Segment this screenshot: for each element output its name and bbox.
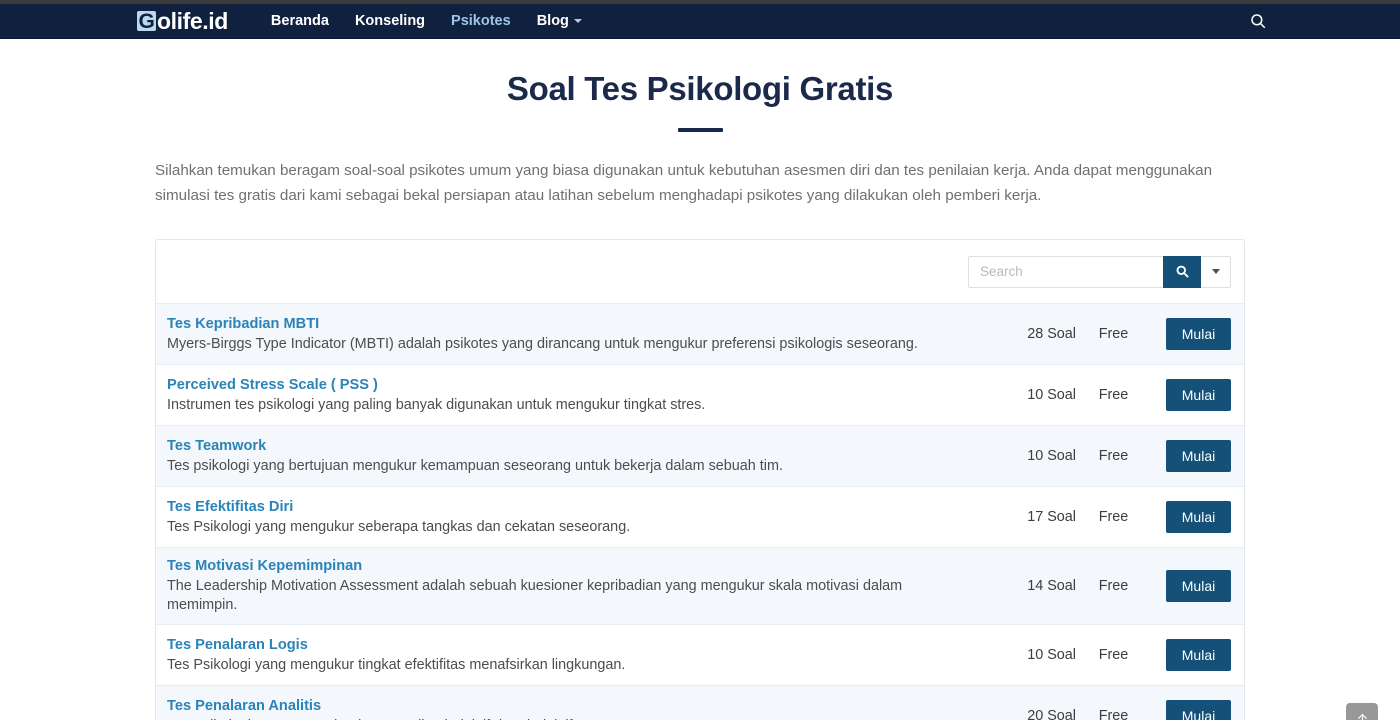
- table-row[interactable]: Perceived Stress Scale ( PSS ) Instrumen…: [156, 364, 1244, 425]
- test-info: Tes Kepribadian MBTI Myers-Birggs Type I…: [167, 315, 981, 354]
- test-price: Free: [1098, 326, 1129, 342]
- scroll-to-top-button[interactable]: [1346, 703, 1378, 720]
- test-description: The Leadership Motivation Assessment ada…: [167, 578, 903, 613]
- primary-nav: Beranda Konseling Psikotes Blog: [271, 13, 582, 29]
- page-intro-text: Silahkan temukan beragam soal-soal psiko…: [155, 162, 1213, 204]
- test-title-link[interactable]: Tes Penalaran Logis: [167, 637, 308, 653]
- test-action-cell: Mulai: [1151, 639, 1231, 671]
- test-question-count: 17 Soal: [1027, 509, 1076, 525]
- nav-item-beranda[interactable]: Beranda: [271, 13, 329, 29]
- test-action-cell: Mulai: [1151, 318, 1231, 350]
- table-row[interactable]: Tes Penalaran Logis Tes Psikologi yang m…: [156, 624, 1244, 685]
- nav-item-konseling[interactable]: Konseling: [355, 13, 425, 29]
- test-question-count: 10 Soal: [1027, 387, 1076, 403]
- test-price: Free: [1098, 708, 1129, 720]
- test-description: Tes Psikologi yang mengukur seberapa tan…: [167, 518, 631, 535]
- test-action-cell: Mulai: [1151, 501, 1231, 533]
- chevron-down-icon: [1211, 269, 1220, 274]
- test-action-cell: Mulai: [1151, 440, 1231, 472]
- logo-badge: G: [137, 9, 156, 33]
- nav-item-blog[interactable]: Blog: [537, 13, 582, 29]
- nav-item-psikotes[interactable]: Psikotes: [451, 13, 511, 29]
- site-logo[interactable]: Golife.id: [137, 7, 228, 34]
- test-action-cell: Mulai: [1151, 379, 1231, 411]
- table-row[interactable]: Tes Penalaran Analitis Tes Psikologi yan…: [156, 685, 1244, 720]
- start-test-button[interactable]: Mulai: [1166, 501, 1231, 533]
- page-title: Soal Tes Psikologi Gratis: [506, 70, 894, 107]
- search-button[interactable]: [1163, 255, 1201, 288]
- test-info: Tes Motivasi Kepemimpinan The Leadership…: [167, 557, 981, 615]
- start-test-button[interactable]: Mulai: [1166, 440, 1231, 472]
- page-content: Soal Tes Psikologi Gratis Silahkan temuk…: [0, 70, 1400, 720]
- test-info: Tes Efektifitas Diri Tes Psikologi yang …: [167, 498, 981, 537]
- test-question-count: 14 Soal: [1027, 578, 1076, 594]
- site-navbar: Golife.id Beranda Konseling Psikotes Blo…: [0, 4, 1400, 39]
- test-title-link[interactable]: Tes Kepribadian MBTI: [167, 316, 319, 332]
- start-test-button[interactable]: Mulai: [1166, 318, 1231, 350]
- chevron-down-icon: [573, 19, 582, 24]
- search-options-dropdown[interactable]: [1201, 255, 1231, 288]
- test-title-link[interactable]: Perceived Stress Scale ( PSS ): [167, 377, 378, 393]
- test-info: Tes Penalaran Analitis Tes Psikologi yan…: [167, 697, 981, 720]
- test-question-count: 20 Soal: [1027, 708, 1076, 720]
- search-group: [968, 255, 1231, 288]
- nav-item-blog-label: Blog: [536, 13, 569, 29]
- logo-text: olife.id: [157, 7, 228, 34]
- test-info: Tes Teamwork Tes psikologi yang bertujua…: [167, 437, 981, 476]
- test-title-link[interactable]: Tes Penalaran Analitis: [167, 698, 321, 714]
- test-title-link[interactable]: Tes Motivasi Kepemimpinan: [167, 558, 362, 574]
- test-description: Tes Psikologi yang mengukur tingkat efek…: [167, 656, 626, 673]
- table-row[interactable]: Tes Efektifitas Diri Tes Psikologi yang …: [156, 486, 1244, 547]
- test-list-card: Tes Kepribadian MBTI Myers-Birggs Type I…: [155, 239, 1245, 720]
- table-row[interactable]: Tes Kepribadian MBTI Myers-Birggs Type I…: [156, 303, 1244, 364]
- search-input[interactable]: [968, 255, 1163, 288]
- arrow-up-icon: [1357, 713, 1367, 720]
- test-info: Perceived Stress Scale ( PSS ) Instrumen…: [167, 376, 981, 415]
- test-price: Free: [1098, 509, 1129, 525]
- test-price: Free: [1098, 647, 1129, 663]
- start-test-button[interactable]: Mulai: [1166, 639, 1231, 671]
- test-price: Free: [1098, 387, 1129, 403]
- test-title-link[interactable]: Tes Efektifitas Diri: [167, 499, 293, 515]
- title-divider: [677, 128, 723, 132]
- test-question-count: 10 Soal: [1027, 448, 1076, 464]
- test-price: Free: [1098, 448, 1129, 464]
- start-test-button[interactable]: Mulai: [1166, 379, 1231, 411]
- test-info: Tes Penalaran Logis Tes Psikologi yang m…: [167, 636, 981, 675]
- test-question-count: 28 Soal: [1027, 326, 1076, 342]
- test-description: Myers-Birggs Type Indicator (MBTI) adala…: [167, 335, 918, 352]
- table-row[interactable]: Tes Motivasi Kepemimpinan The Leadership…: [156, 547, 1244, 624]
- test-description: Tes Psikologi yang mengukur keterampilan…: [167, 717, 967, 720]
- test-price: Free: [1098, 578, 1129, 594]
- card-toolbar: [156, 240, 1244, 303]
- test-description: Tes psikologi yang bertujuan mengukur ke…: [167, 457, 783, 474]
- test-action-cell: Mulai: [1151, 700, 1231, 720]
- test-description: Instrumen tes psikologi yang paling bany…: [167, 396, 706, 413]
- test-question-count: 10 Soal: [1027, 647, 1076, 663]
- test-action-cell: Mulai: [1151, 570, 1231, 602]
- table-row[interactable]: Tes Teamwork Tes psikologi yang bertujua…: [156, 425, 1244, 486]
- navbar-search-icon[interactable]: [1249, 12, 1267, 30]
- start-test-button[interactable]: Mulai: [1166, 700, 1231, 720]
- start-test-button[interactable]: Mulai: [1166, 570, 1231, 602]
- test-title-link[interactable]: Tes Teamwork: [167, 438, 266, 454]
